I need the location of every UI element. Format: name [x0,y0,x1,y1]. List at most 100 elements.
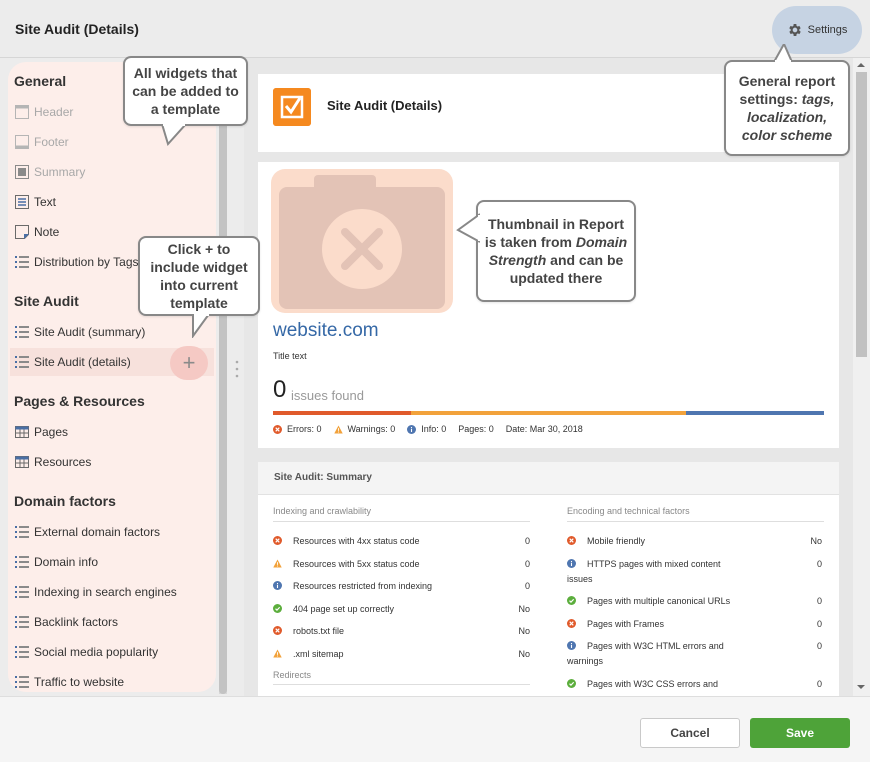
gear-icon [788,24,801,36]
warning-icon [333,424,343,434]
list-icon [15,556,29,568]
widget-domain-info[interactable]: Domain info [14,552,98,572]
row-value: 0 [524,559,530,569]
row-label: Pages with multiple canonical URLs [587,596,731,606]
widget-resources[interactable]: Resources [14,452,91,472]
row-value: 0 [816,596,822,606]
summary-title: Site Audit: Summary [274,472,372,483]
summary-row: Pages with W3C CSS errors and 0 [567,677,824,696]
preview-scroll-thumb[interactable] [856,72,867,357]
row-label: Pages with W3C HTML errors and [587,641,724,651]
row-value: No [518,604,530,614]
divider [273,684,530,685]
row-label-continued: issues [567,574,593,584]
report-title: Site Audit (Details) [327,98,443,113]
row-value: No [518,626,530,636]
table-icon [15,426,29,438]
list-icon [15,256,29,268]
callout-plus: Click + to include widget into current t… [138,236,260,316]
row-value: 0 [816,641,822,651]
row-label: Mobile friendly [587,536,646,546]
list-icon [15,616,29,628]
domain-link[interactable]: website.com [273,320,379,342]
widget-social-media-popularity[interactable]: Social media popularity [14,642,158,662]
widget-note[interactable]: Note [14,222,59,242]
footer-widget-icon [15,135,29,149]
summary-row: Resources with 4xx status code 0 [273,534,530,548]
row-label: 404 page set up correctly [293,604,395,614]
widget-site-audit-summary[interactable]: Site Audit (summary) [14,322,145,342]
row-label: Pages with Frames [587,619,665,629]
row-label: Resources with 5xx status code [293,559,420,569]
app-header: Site Audit (Details) Settings [0,0,870,58]
widget-header[interactable]: Header [14,102,73,122]
widget-backlink-factors[interactable]: Backlink factors [14,612,118,632]
row-value: 0 [524,536,530,546]
summary-row: Resources restricted from indexing 0 [273,579,530,593]
summary-row: robots.txt file No [273,624,530,638]
stat-info: Info: 0 [407,424,446,434]
section-title-pages-resources: Pages & Resources [14,393,145,409]
row-label-continued: warnings [567,656,604,666]
row-label: Resources with 4xx status code [293,536,420,546]
stat-errors: Errors: 0 [273,424,322,434]
scroll-down-icon[interactable] [857,685,865,689]
widget-text[interactable]: Text [14,192,56,212]
row-label: HTTPS pages with mixed content [587,559,721,569]
issues-label: issues found [291,388,364,403]
save-button[interactable]: Save [750,718,850,748]
scroll-up-icon[interactable] [857,63,865,67]
note-widget-icon [15,225,29,239]
add-widget-button[interactable]: + [170,346,208,380]
dialog-footer: Cancel Save [0,696,870,762]
row-label: Pages with W3C CSS errors and [587,679,719,689]
right-column-heading: Encoding and technical factors [567,506,690,516]
widget-indexing-in-search-engines[interactable]: Indexing in search engines [14,582,177,602]
section-title-domain-factors: Domain factors [14,493,116,509]
panel-resize-handle[interactable] [235,360,239,378]
info-icon [407,424,417,434]
row-label: Resources restricted from indexing [293,581,433,591]
callout-settings: General report settings: tags, localizat… [724,60,850,156]
header-widget-icon [15,105,29,119]
list-icon [15,526,29,538]
list-icon [15,676,29,688]
checkbox-logo-icon [273,88,311,126]
widget-footer[interactable]: Footer [14,132,69,152]
row-value: 0 [816,679,822,689]
row-value: 0 [524,581,530,591]
stat-date: Date: Mar 30, 2018 [505,424,583,434]
list-icon [15,646,29,658]
widget-summary[interactable]: Summary [14,162,85,182]
row-value: 0 [816,559,822,569]
error-icon [273,424,282,434]
check-icon [567,679,576,688]
section-title-general: General [14,73,67,89]
cancel-button[interactable]: Cancel [640,718,740,748]
error-icon [273,626,282,635]
sidebar-scroll-thumb[interactable] [219,62,227,694]
page-title: Site Audit (Details) [15,21,139,37]
divider [567,521,824,522]
camera-error-icon [279,175,445,309]
info-icon [273,581,282,590]
summary-row: Resources with 5xx status code 0 [273,557,530,571]
widget-sidebar: General Header Footer Summary Text Note … [0,58,233,696]
widget-external-domain-factors[interactable]: External domain factors [14,522,160,542]
title-text: Title text [273,351,307,361]
widget-pages[interactable]: Pages [14,422,68,442]
callout-thumbnail: Thumbnail in Report is taken from Domain… [476,200,636,302]
widget-traffic-to-website[interactable]: Traffic to website [14,672,124,692]
warning-icon [273,649,282,658]
stat-pages: Pages: 0 [458,424,494,434]
domain-thumbnail [271,169,453,313]
row-label: robots.txt file [293,626,345,636]
summary-row: 404 page set up correctly No [273,602,530,616]
settings-label: Settings [807,24,848,36]
progress-warnings [411,411,686,415]
callout-all-widgets: All widgets that can be added to a templ… [123,56,248,126]
row-label: .xml sitemap [293,649,344,659]
table-icon [15,456,29,468]
callout-tail [773,44,793,62]
widget-distribution-by-tags[interactable]: Distribution by Tags [14,252,139,272]
